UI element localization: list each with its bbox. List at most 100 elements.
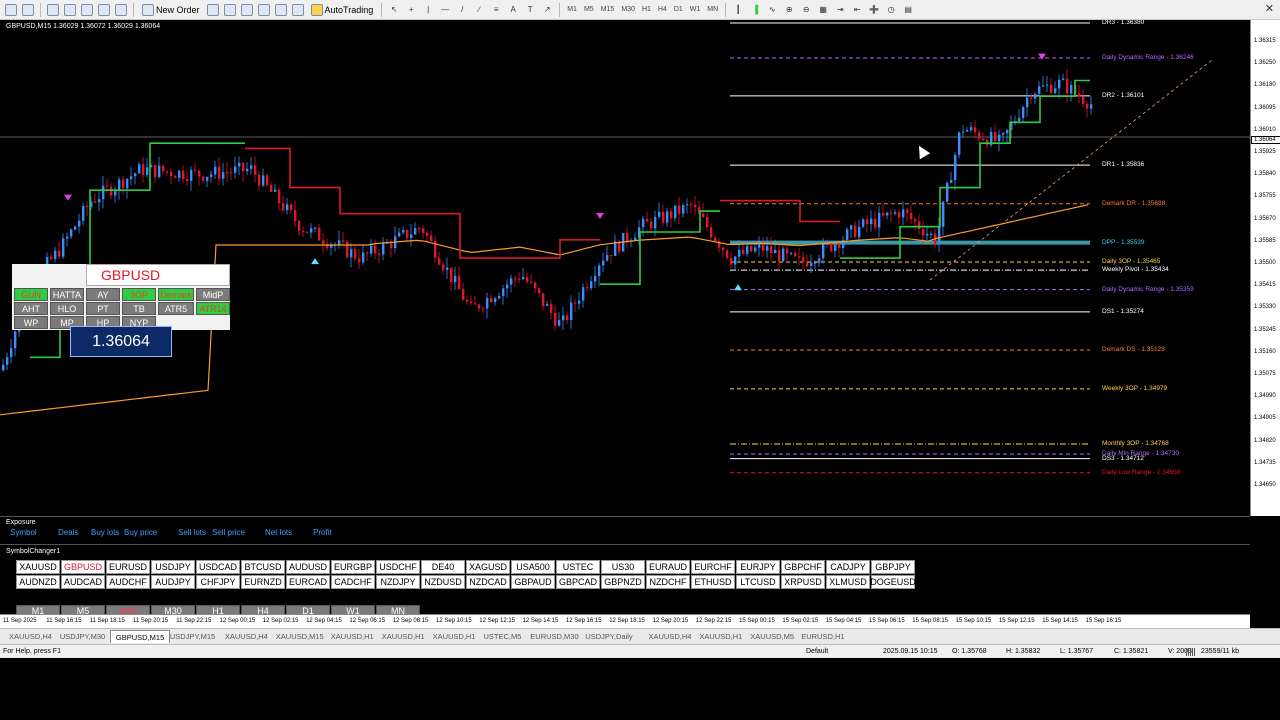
bar-chart-icon[interactable]: ┃	[731, 2, 745, 18]
symbol-button-eurgbp[interactable]: EURGBP	[331, 560, 375, 574]
horizontal-line-icon[interactable]: —	[438, 2, 452, 18]
periods-icon[interactable]: ◷	[884, 2, 898, 18]
metaeditor-icon[interactable]	[206, 2, 220, 18]
tf-m30-button[interactable]: M30	[619, 6, 637, 13]
symbol-button-gbpchf[interactable]: GBPCHF	[781, 560, 825, 574]
symbol-button-ethusd[interactable]: ETHUSD	[691, 575, 735, 589]
indicator-toggle-3op[interactable]: 3OP	[122, 288, 156, 301]
options-icon[interactable]	[291, 2, 305, 18]
symbol-button-audchf[interactable]: AUDCHF	[106, 575, 150, 589]
symbol-button-xlmusd[interactable]: XLMUSD	[826, 575, 870, 589]
indicator-toggle-hlo[interactable]: HLO	[50, 302, 84, 315]
chart-tab[interactable]: XAUUSD,M15	[271, 630, 329, 643]
profiles-icon[interactable]	[21, 2, 35, 18]
indicator-toggle-demark[interactable]: Demark	[158, 288, 194, 301]
chart-tab[interactable]: EURUSD,M30	[525, 630, 583, 643]
symbol-button-xagusd[interactable]: XAGUSD	[466, 560, 510, 574]
chart-tab[interactable]: XAUUSD,H1	[428, 630, 481, 643]
market-watch-icon[interactable]	[46, 2, 60, 18]
symbol-button-xauusd[interactable]: XAUUSD	[16, 560, 60, 574]
symbol-button-eurusd[interactable]: EURUSD	[106, 560, 150, 574]
symbol-button-audjpy[interactable]: AUDJPY	[151, 575, 195, 589]
chart-tab[interactable]: XAUUSD,H4	[644, 630, 697, 643]
indicator-toggle-tb[interactable]: TB	[122, 302, 156, 315]
chart-shift-icon[interactable]: ⇤	[850, 2, 864, 18]
vps-icon[interactable]	[257, 2, 271, 18]
symbol-button-cadchf[interactable]: CADCHF	[331, 575, 375, 589]
tf-h1-button[interactable]: H1	[640, 6, 653, 13]
price-chart[interactable]: GBPUSD,M15 1.36029 1.36072 1.36029 1.360…	[0, 20, 1250, 516]
symbol-button-usa500[interactable]: USA500	[511, 560, 555, 574]
trendline-icon[interactable]: /	[455, 2, 469, 18]
close-icon[interactable]: ✕	[1265, 2, 1274, 15]
chart-tab[interactable]: XAUUSD,H1	[377, 630, 430, 643]
symbol-button-nzdjpy[interactable]: NZDJPY	[376, 575, 420, 589]
chart-tab[interactable]: XAUUSD,H4	[4, 630, 57, 643]
line-chart-icon[interactable]: ∿	[765, 2, 779, 18]
symbol-button-ustec[interactable]: USTEC	[556, 560, 600, 574]
signals-icon[interactable]	[223, 2, 237, 18]
symbol-button-usdjpy[interactable]: USDJPY	[151, 560, 195, 574]
indicators-icon[interactable]: ➕	[867, 2, 881, 18]
new-order-button[interactable]: New Order	[139, 3, 203, 16]
symbol-button-eurcad[interactable]: EURCAD	[286, 575, 330, 589]
zoom-out-icon[interactable]: ⊖	[799, 2, 813, 18]
symbol-button-usdchf[interactable]: USDCHF	[376, 560, 420, 574]
symbol-button-de40[interactable]: DE40	[421, 560, 465, 574]
tf-mn-button[interactable]: MN	[705, 6, 720, 13]
symbol-button-audcad[interactable]: AUDCAD	[61, 575, 105, 589]
market-icon[interactable]	[240, 2, 254, 18]
indicator-toggle-atr14[interactable]: ATR14	[196, 302, 230, 315]
symbol-button-nzdusd[interactable]: NZDUSD	[421, 575, 465, 589]
data-window-icon[interactable]	[63, 2, 77, 18]
symbol-button-eurjpy[interactable]: EURJPY	[736, 560, 780, 574]
symbol-button-ltcusd[interactable]: LTCUSD	[736, 575, 780, 589]
cursor-icon[interactable]: ↖	[387, 2, 401, 18]
chart-tab[interactable]: XAUUSD,H1	[326, 630, 379, 643]
symbol-button-gbpusd[interactable]: GBPUSD	[61, 560, 105, 574]
symbol-button-dogeusd[interactable]: DOGEUSD	[870, 575, 916, 589]
tf-h4-button[interactable]: H4	[656, 6, 669, 13]
symbol-button-chfjpy[interactable]: CHFJPY	[196, 575, 240, 589]
strategy-tester-icon[interactable]	[114, 2, 128, 18]
symbol-button-us30[interactable]: US30	[601, 560, 645, 574]
tf-m1-button[interactable]: M1	[565, 6, 579, 13]
symbol-button-nzdcad[interactable]: NZDCAD	[466, 575, 510, 589]
indicator-toggle-atr5[interactable]: ATR5	[158, 302, 194, 315]
chart-tab[interactable]: USDJPY,Daily	[580, 630, 637, 643]
symbol-button-btcusd[interactable]: BTCUSD	[241, 560, 285, 574]
fibonacci-icon[interactable]: ≡	[489, 2, 503, 18]
indicator-toggle-midp[interactable]: MidP	[196, 288, 230, 301]
chart-tab[interactable]: USTEC,M5	[479, 630, 527, 643]
chart-tab[interactable]: GBPUSD,M15	[109, 630, 171, 643]
channel-icon[interactable]: ∕	[472, 2, 486, 18]
zoom-in-icon[interactable]: ⊕	[782, 2, 796, 18]
tf-m5-button[interactable]: M5	[582, 6, 596, 13]
symbol-button-eurnzd[interactable]: EURNZD	[241, 575, 285, 589]
label-icon[interactable]: T	[523, 2, 537, 18]
symbol-button-cadjpy[interactable]: CADJPY	[826, 560, 870, 574]
symbol-button-gbpaud[interactable]: GBPAUD	[511, 575, 555, 589]
tile-windows-icon[interactable]: ▦	[816, 2, 830, 18]
symbol-button-gbpjpy[interactable]: GBPJPY	[871, 560, 915, 574]
symbol-button-gbpcad[interactable]: GBPCAD	[556, 575, 600, 589]
chart-tab[interactable]: USDJPY,M30	[55, 630, 110, 643]
chart-tab[interactable]: XAUUSD,H1	[694, 630, 747, 643]
text-icon[interactable]: A	[506, 2, 520, 18]
indicator-toggle-wp[interactable]: WP	[14, 316, 48, 329]
symbol-button-audusd[interactable]: AUDUSD	[286, 560, 330, 574]
auto-scroll-icon[interactable]: ⇥	[833, 2, 847, 18]
indicator-toggle-pt[interactable]: PT	[86, 302, 120, 315]
chart-tab[interactable]: XAUUSD,M5	[745, 630, 799, 643]
candlestick-icon[interactable]: ▐	[748, 2, 762, 18]
symbol-button-eurchf[interactable]: EURCHF	[691, 560, 735, 574]
terminal-icon[interactable]	[97, 2, 111, 18]
tf-m15-button[interactable]: M15	[599, 6, 617, 13]
symbol-button-audnzd[interactable]: AUDNZD	[16, 575, 60, 589]
vertical-line-icon[interactable]: |	[421, 2, 435, 18]
indicator-toggle-gun[interactable]: GUN	[14, 288, 48, 301]
tf-d1-button[interactable]: D1	[672, 6, 685, 13]
alerts-icon[interactable]	[274, 2, 288, 18]
indicator-toggle-hatta[interactable]: HATTA	[50, 288, 84, 301]
symbol-button-usdcad[interactable]: USDCAD	[196, 560, 240, 574]
